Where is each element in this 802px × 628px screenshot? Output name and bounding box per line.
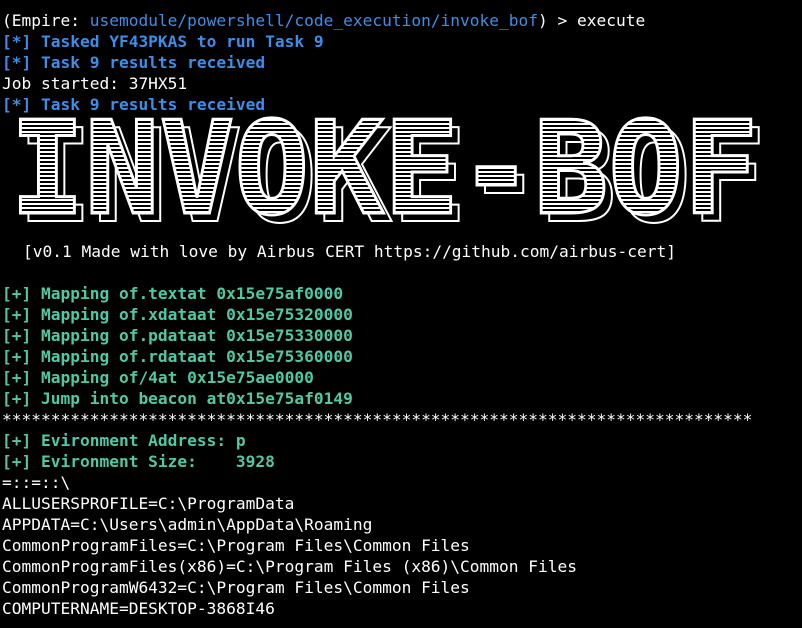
mapping-line: [+] Mapping of/4at 0x15e75ae0000 [2,368,314,387]
env-output-line: =::=::\ [2,473,71,492]
mapping-line: [+] Mapping of.rdataat 0x15e75360000 [2,347,353,366]
banner-subtitle: [v0.1 Made with love by Airbus CERT http… [23,242,676,261]
terminal-output: (Empire: usemodule/powershell/code_execu… [2,10,802,619]
prompt-module: usemodule/powershell/code_execution/invo… [89,11,539,30]
banner-logo: INVOKE-BOF INVOKE-BOF [9,115,768,241]
env-output-line: COMPUTERNAME=DESKTOP-3868I46 [2,599,275,618]
mapping-line: [+] Mapping of.pdataat 0x15e75330000 [2,326,353,345]
status-line: [*] Tasked YF43PKAS to run Task 9 [2,32,324,51]
status-line: [*] Task 9 results received [2,53,266,72]
env-output-line: ALLUSERSPROFILE=C:\ProgramData [2,494,295,513]
banner-logo-text: INVOKE-BOF [10,115,758,241]
separator-line: ****************************************… [2,410,753,429]
prompt-close: ) > [538,11,578,30]
ascii-banner: INVOKE-BOF INVOKE-BOF [2,115,802,241]
job-started-line: Job started: 37HX51 [2,74,188,93]
env-output-line: CommonProgramFiles(x86)=C:\Program Files… [2,557,577,576]
env-output-line: CommonProgramW6432=C:\Program Files\Comm… [2,578,470,597]
prompt-line: (Empire: usemodule/powershell/code_execu… [2,10,802,31]
prompt-command: execute [577,11,646,30]
env-size-line: [+] Evironment Size: 3928 [2,452,275,471]
env-address-line: [+] Evironment Address: p [2,431,246,450]
env-output-line: APPDATA=C:\Users\admin\AppData\Roaming [2,515,373,534]
jump-line: [+] Jump into beacon at0x15e75af0149 [2,389,353,408]
mapping-line: [+] Mapping of.xdataat 0x15e75320000 [2,305,353,324]
status-line: [*] Task 9 results received [2,95,266,114]
mapping-line: [+] Mapping of.textat 0x15e75af0000 [2,284,344,303]
prompt-open: (Empire: [2,11,90,30]
env-output-line: CommonProgramFiles=C:\Program Files\Comm… [2,536,470,555]
